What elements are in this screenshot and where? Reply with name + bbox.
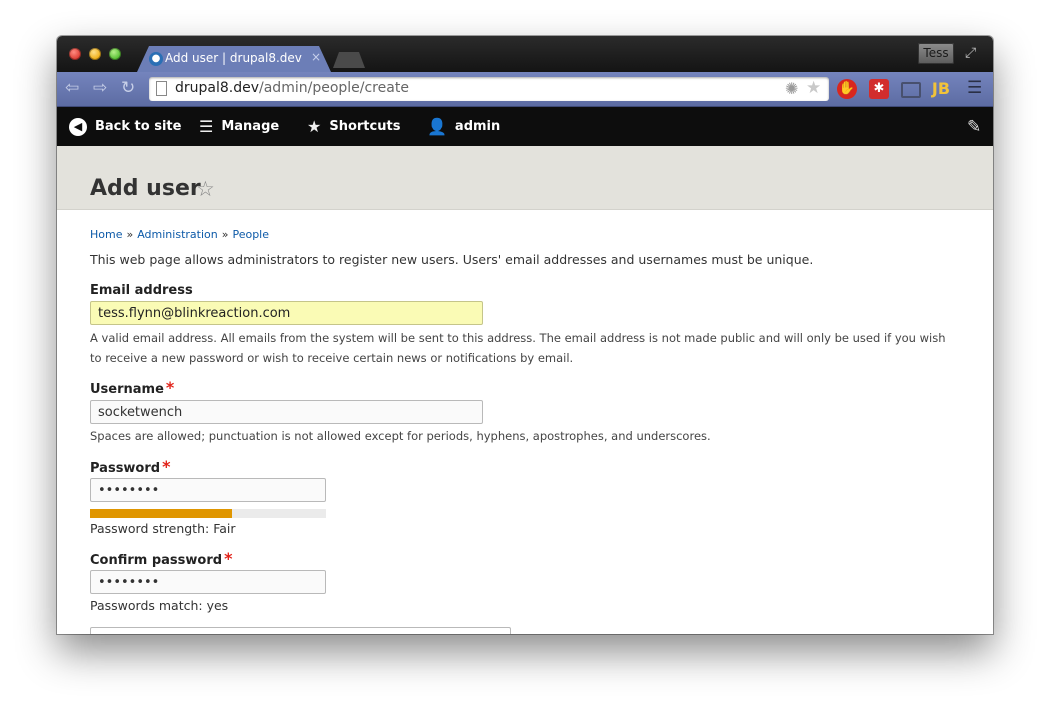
shortcuts-label: Shortcuts bbox=[329, 119, 401, 134]
address-bar[interactable]: drupal8.dev/admin/people/create ✺ ★ bbox=[149, 77, 829, 101]
breadcrumb-separator: » bbox=[126, 228, 134, 241]
pencil-edit-icon[interactable]: ✎ bbox=[967, 117, 981, 137]
username-description: Spaces are allowed; punctuation is not a… bbox=[90, 429, 711, 443]
password-match-text: Passwords match: yes bbox=[90, 598, 229, 613]
password-strength-text: Password strength: Fair bbox=[90, 521, 236, 536]
email-description: A valid email address. All emails from t… bbox=[90, 331, 946, 365]
next-field-partial[interactable] bbox=[90, 627, 511, 634]
admin-toolbar: ◀ Back to site ☰ Manage ★ Shortcuts 👤 ad… bbox=[57, 107, 993, 146]
tab-close-icon[interactable]: × bbox=[311, 50, 321, 64]
username-field[interactable] bbox=[90, 400, 483, 424]
back-circle-icon: ◀ bbox=[69, 117, 87, 136]
back-to-site-link[interactable]: ◀ Back to site bbox=[69, 107, 181, 146]
drupal-favicon-icon: ● bbox=[149, 52, 163, 66]
browser-toolbar: ⇦ ⇨ ↻ drupal8.dev/admin/people/create ✺ … bbox=[57, 72, 993, 107]
breadcrumb-home[interactable]: Home bbox=[90, 228, 122, 241]
lastpass-extension-icon[interactable]: ✱ bbox=[869, 79, 889, 99]
email-field[interactable] bbox=[90, 301, 483, 325]
confirm-password-label-text: Confirm password bbox=[90, 553, 223, 568]
title-bar: ● Add user | drupal8.dev × Tess ⤢ bbox=[57, 36, 993, 72]
page-icon bbox=[156, 81, 167, 96]
browser-tab-active[interactable]: ● Add user | drupal8.dev × bbox=[137, 46, 331, 72]
jetbrains-extension-icon[interactable]: JB bbox=[931, 79, 951, 99]
page-title: Add user bbox=[90, 176, 201, 201]
username-label-text: Username bbox=[90, 382, 164, 397]
fullscreen-icon[interactable]: ⤢ bbox=[965, 45, 976, 61]
password-label: Password * bbox=[90, 457, 170, 476]
gear-icon[interactable]: ✺ bbox=[785, 79, 798, 98]
url-text[interactable]: drupal8.dev/admin/people/create bbox=[175, 80, 409, 96]
user-label: admin bbox=[454, 119, 501, 134]
window-zoom-button[interactable] bbox=[109, 48, 121, 60]
required-marker: * bbox=[162, 457, 171, 476]
page-header: Add user ☆ bbox=[57, 146, 993, 210]
star-icon: ★ bbox=[307, 117, 322, 136]
breadcrumb-administration[interactable]: Administration bbox=[137, 228, 218, 241]
breadcrumb: Home» Administration» People bbox=[90, 228, 269, 241]
reload-icon[interactable]: ↻ bbox=[121, 78, 135, 98]
url-path: /admin/people/create bbox=[259, 80, 409, 96]
username-label: Username * bbox=[90, 378, 174, 397]
forward-arrow-icon[interactable]: ⇨ bbox=[93, 78, 107, 98]
cast-extension-icon[interactable] bbox=[901, 82, 921, 98]
menu-lines-icon: ☰ bbox=[199, 117, 214, 136]
password-strength-bar bbox=[90, 509, 326, 518]
hamburger-menu-icon[interactable]: ☰ bbox=[967, 78, 982, 98]
manage-label: Manage bbox=[221, 119, 280, 134]
tab-title: Add user | drupal8.dev bbox=[165, 51, 302, 65]
breadcrumb-separator: » bbox=[221, 228, 229, 241]
shortcuts-tab[interactable]: ★ Shortcuts bbox=[307, 107, 400, 146]
confirm-password-field[interactable] bbox=[90, 570, 326, 594]
email-label: Email address bbox=[90, 283, 193, 298]
user-tab[interactable]: 👤 admin bbox=[427, 107, 500, 146]
user-icon: 👤 bbox=[427, 117, 447, 136]
confirm-password-label: Confirm password * bbox=[90, 549, 232, 568]
required-marker: * bbox=[224, 549, 233, 568]
new-tab-button[interactable] bbox=[333, 52, 365, 68]
intro-text: This web page allows administrators to r… bbox=[90, 252, 814, 267]
password-label-text: Password bbox=[90, 461, 161, 476]
browser-window: ● Add user | drupal8.dev × Tess ⤢ ⇦ ⇨ ↻ … bbox=[57, 36, 993, 634]
adblock-extension-icon[interactable]: ✋ bbox=[837, 79, 857, 99]
window-close-button[interactable] bbox=[69, 48, 81, 60]
breadcrumb-people[interactable]: People bbox=[232, 228, 269, 241]
required-marker: * bbox=[165, 378, 175, 397]
url-host: drupal8.dev bbox=[175, 80, 260, 96]
back-to-site-label: Back to site bbox=[95, 119, 182, 134]
manage-tab[interactable]: ☰ Manage bbox=[199, 107, 279, 146]
bookmark-star-icon[interactable]: ★ bbox=[806, 78, 821, 98]
profile-button[interactable]: Tess bbox=[918, 43, 954, 64]
window-minimize-button[interactable] bbox=[89, 48, 101, 60]
shortcut-star-icon[interactable]: ☆ bbox=[196, 177, 215, 201]
password-strength-fill bbox=[90, 509, 232, 518]
password-field[interactable] bbox=[90, 478, 326, 502]
back-arrow-icon[interactable]: ⇦ bbox=[65, 78, 79, 98]
